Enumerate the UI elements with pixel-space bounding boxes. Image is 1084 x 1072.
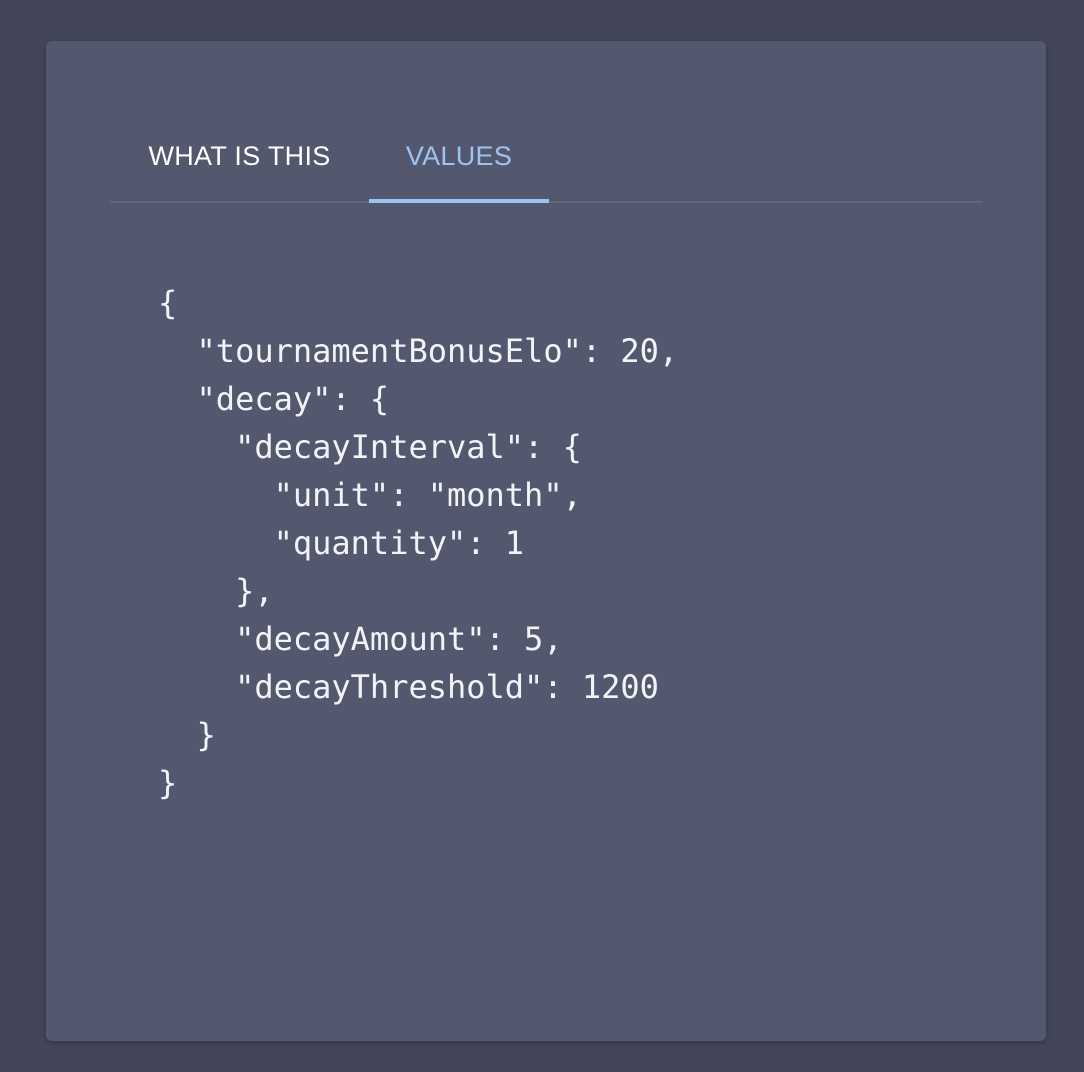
code-line: "decay": { xyxy=(158,380,390,418)
code-line: "unit": "month", xyxy=(158,476,582,514)
values-card: WHAT IS THIS VALUES { "tournamentBonusEl… xyxy=(46,41,1046,1041)
code-line: } xyxy=(158,716,216,754)
code-line: "decayThreshold": 1200 xyxy=(158,668,659,706)
code-line: "decayInterval": { xyxy=(158,428,582,466)
code-line: "decayAmount": 5, xyxy=(158,620,563,658)
tab-bar: WHAT IS THIS VALUES xyxy=(110,111,982,203)
code-line: "quantity": 1 xyxy=(158,524,525,562)
code-line: { xyxy=(158,284,178,322)
tab-values[interactable]: VALUES xyxy=(369,111,549,201)
json-code-block: { "tournamentBonusElo": 20, "decay": { "… xyxy=(158,279,678,807)
active-tab-indicator xyxy=(369,199,549,203)
code-line: } xyxy=(158,764,178,802)
tab-what-is-this[interactable]: WHAT IS THIS xyxy=(110,111,369,201)
code-line: }, xyxy=(158,572,274,610)
code-line: "tournamentBonusElo": 20, xyxy=(158,332,679,370)
